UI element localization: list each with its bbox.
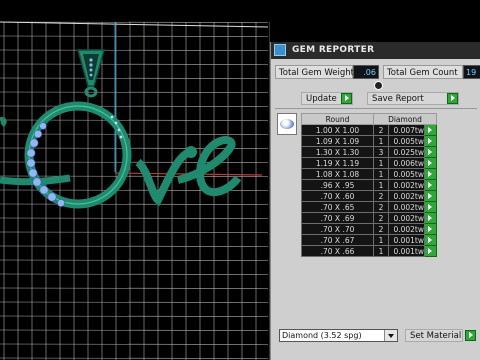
gem-count-cell: 1 (373, 179, 389, 191)
gem-size-cell: 1.30 X 1.30 (301, 146, 374, 158)
gem-size-cell: .70 X .67 (301, 234, 374, 246)
set-material-button[interactable]: Set Material (405, 329, 463, 342)
gem-carat-cell: 0.001tw (388, 245, 425, 257)
table-row[interactable]: .96 X .95 1 0.002tw (301, 179, 437, 191)
totals-row: Total Gem Weight .06 Total Gem Count 19 (271, 64, 480, 80)
table-row[interactable]: 1.08 X 1.08 1 0.005tw (301, 168, 437, 180)
viewport-scene (0, 21, 270, 360)
gem-count-cell: 1 (373, 135, 389, 147)
row-go-icon[interactable] (424, 157, 437, 169)
save-report-go-icon[interactable] (447, 93, 458, 104)
table-row[interactable]: 1.30 X 1.30 3 0.025tw (301, 146, 437, 158)
gem-count-cell: 1 (373, 245, 389, 257)
table-row[interactable]: 1.19 X 1.19 1 0.006tw (301, 157, 437, 169)
gem-count-cell: 2 (373, 201, 389, 213)
material-select[interactable]: Diamond (3.52 spg) (279, 329, 398, 342)
row-go-icon[interactable] (424, 124, 437, 136)
gem-carat-cell: 0.005tw (388, 168, 425, 180)
row-go-icon[interactable] (424, 146, 437, 158)
divider (275, 108, 477, 109)
gem-count-cell: 3 (373, 146, 389, 158)
gem-size-cell: .70 X .69 (301, 212, 374, 224)
total-weight-value[interactable]: .06 (353, 65, 379, 79)
gem-carat-cell: 0.006tw (388, 157, 425, 169)
panel-divider-knob[interactable] (374, 81, 383, 90)
row-go-icon[interactable] (424, 234, 437, 246)
set-material-go-icon[interactable] (465, 330, 476, 341)
table-row[interactable]: .70 X .66 1 0.001tw (301, 245, 437, 257)
row-go-icon[interactable] (424, 168, 437, 180)
row-go-icon[interactable] (424, 179, 437, 191)
table-row[interactable]: .70 X .65 2 0.002tw (301, 201, 437, 213)
gem-carat-cell: 0.002tw (388, 201, 425, 213)
gem-count-cell: 2 (373, 223, 389, 235)
gem-size-cell: .70 X .60 (301, 190, 374, 202)
gem-count-cell: 1 (373, 234, 389, 246)
table-row[interactable]: .70 X .60 2 0.002tw (301, 190, 437, 202)
gem-carat-cell: 0.007tw (388, 124, 425, 136)
update-go-icon[interactable] (341, 93, 352, 104)
gem-count-cell: 2 (373, 124, 389, 136)
save-report-button[interactable]: Save Report (367, 92, 459, 105)
gem-count-cell: 2 (373, 212, 389, 224)
love-pendant-model[interactable] (0, 49, 242, 209)
gem-table: Round Diamond 1.00 X 1.00 2 0.007tw 1.09 X … (301, 113, 437, 257)
gem-size-cell: 1.00 X 1.00 (301, 124, 374, 136)
row-go-icon[interactable] (424, 223, 437, 235)
panel-title: GEM REPORTER (292, 45, 375, 55)
table-row[interactable]: .70 X .70 2 0.002tw (301, 223, 437, 235)
panel-titlebar[interactable]: GEM REPORTER (271, 42, 480, 59)
gem-count-cell: 1 (373, 168, 389, 180)
row-go-icon[interactable] (424, 201, 437, 213)
gem-reporter-icon (274, 44, 286, 56)
dropdown-arrow-icon[interactable] (384, 330, 397, 341)
gem-carat-cell: 0.005tw (388, 135, 425, 147)
gem-size-cell: .96 X .95 (301, 179, 374, 191)
row-go-icon[interactable] (424, 245, 437, 257)
round-gem-icon[interactable] (277, 113, 297, 135)
gem-size-cell: .70 X .66 (301, 245, 374, 257)
gem-carat-cell: 0.002tw (388, 179, 425, 191)
gem-size-cell: 1.09 X 1.09 (301, 135, 374, 147)
gem-size-cell: 1.19 X 1.19 (301, 157, 374, 169)
gem-carat-cell: 0.002tw (388, 190, 425, 202)
gem-thumbnail (280, 119, 294, 129)
gem-count-cell: 1 (373, 157, 389, 169)
material-select-value: Diamond (3.52 spg) (282, 331, 362, 340)
gem-size-cell: .70 X .70 (301, 223, 374, 235)
gem-carat-cell: 0.002tw (388, 212, 425, 224)
row-go-icon[interactable] (424, 190, 437, 202)
total-weight-label: Total Gem Weight (275, 65, 354, 79)
3d-viewport[interactable] (0, 0, 270, 360)
gem-count-cell: 2 (373, 190, 389, 202)
total-count-label: Total Gem Count (383, 65, 463, 79)
table-row[interactable]: 1.09 X 1.09 1 0.005tw (301, 135, 437, 147)
table-row[interactable]: .70 X .69 2 0.002tw (301, 212, 437, 224)
total-count-value[interactable]: 19 (463, 65, 480, 79)
row-go-icon[interactable] (424, 135, 437, 147)
gem-carat-cell: 0.025tw (388, 146, 425, 158)
table-row[interactable]: 1.00 X 1.00 2 0.007tw (301, 124, 437, 136)
gem-carat-cell: 0.001tw (388, 234, 425, 246)
column-header-shape: Round (301, 113, 374, 125)
save-report-label: Save Report (372, 94, 424, 104)
gem-carat-cell: 0.002tw (388, 223, 425, 235)
row-go-icon[interactable] (424, 212, 437, 224)
table-row[interactable]: .70 X .67 1 0.001tw (301, 234, 437, 246)
update-label: Update (306, 94, 337, 104)
gem-reporter-panel: GEM REPORTER Total Gem Weight .06 Total … (270, 42, 480, 360)
gem-size-cell: .70 X .65 (301, 201, 374, 213)
column-header-material: Diamond (373, 113, 437, 125)
gem-size-cell: 1.08 X 1.08 (301, 168, 374, 180)
set-material-label: Set Material (410, 331, 462, 341)
